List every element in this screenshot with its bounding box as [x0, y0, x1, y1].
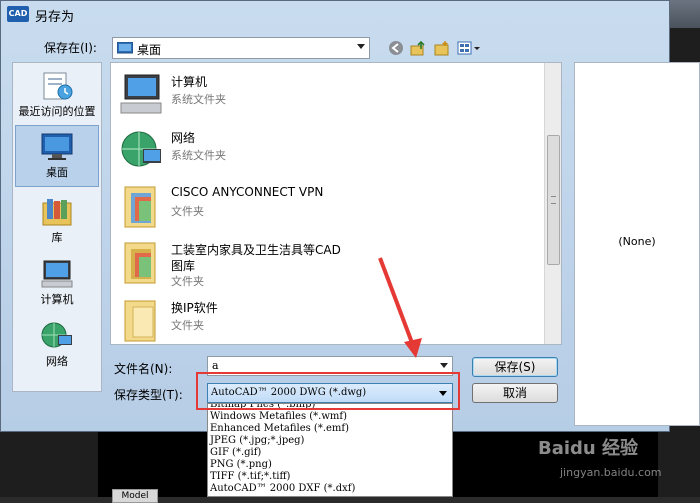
cancel-button[interactable]: 取消 — [472, 383, 558, 403]
libraries-icon — [40, 197, 74, 227]
folder-icon — [119, 239, 163, 285]
place-label: 网络 — [46, 355, 68, 368]
places-bar: 最近访问的位置 桌面 库 计算机 网络 — [12, 62, 102, 392]
place-network[interactable]: 网络 — [15, 315, 99, 377]
file-type: 系统文件夹 — [171, 149, 226, 162]
file-name-line2: 图库 — [171, 259, 196, 273]
place-label: 最近访问的位置 — [18, 105, 96, 118]
place-label: 库 — [51, 231, 63, 244]
filetype-option[interactable]: GIF (*.gif) — [208, 447, 452, 459]
grip-icon — [551, 196, 556, 204]
filetype-label: 保存类型(T): — [114, 388, 183, 402]
model-tab[interactable]: Model — [112, 489, 158, 503]
desktop-icon — [117, 42, 133, 54]
save-in-combo[interactable]: 桌面 — [112, 37, 370, 59]
filename-value: a — [212, 359, 219, 372]
network-icon — [40, 321, 74, 351]
filetype-option[interactable]: PNG (*.png) — [208, 459, 452, 471]
new-folder-icon[interactable] — [432, 38, 452, 58]
folder-icon — [119, 297, 163, 343]
watermark-logo: Baidu 经验 — [538, 438, 639, 459]
file-name: 网络 — [171, 131, 196, 145]
file-type: 文件夹 — [171, 275, 204, 288]
filetype-option[interactable]: AutoCAD™ 2000 DXF (*.dxf) — [208, 483, 452, 495]
filetype-option[interactable]: Windows Metafiles (*.wmf) — [208, 411, 452, 423]
filetype-option[interactable]: Enhanced Metafiles (*.emf) — [208, 423, 452, 435]
preview-pane: (None) — [574, 62, 700, 426]
list-item[interactable]: 计算机 系统文件夹 — [115, 67, 535, 123]
back-arrow-icon[interactable] — [386, 38, 406, 58]
scrollbar-thumb[interactable] — [547, 135, 560, 265]
filetype-option[interactable]: JPEG (*.jpg;*.jpeg) — [208, 435, 452, 447]
chevron-down-icon — [357, 44, 365, 49]
file-name: 工装室内家具及卫生洁具等CAD — [171, 243, 341, 257]
place-label: 计算机 — [40, 293, 74, 306]
views-menu-icon[interactable] — [456, 38, 482, 58]
file-type: 系统文件夹 — [171, 93, 226, 106]
folder-icon — [119, 183, 163, 229]
place-libraries[interactable]: 库 — [15, 191, 99, 253]
computer-icon — [40, 259, 74, 289]
save-in-label: 保存在(I): — [44, 41, 97, 55]
desktop-icon — [40, 132, 74, 162]
preview-text: (None) — [618, 235, 656, 248]
filename-label: 文件名(N): — [114, 362, 173, 376]
recent-places-icon — [40, 71, 74, 101]
list-item[interactable]: 换IP软件 文件夹 — [115, 293, 535, 344]
filetype-dropdown-list[interactable]: Bitmap Files (*.bmp) Windows Metafiles (… — [207, 403, 453, 497]
chevron-down-icon — [440, 363, 448, 368]
list-item[interactable]: CISCO ANYCONNECT VPN 文件夹 — [115, 179, 535, 235]
file-type: 文件夹 — [171, 319, 204, 332]
filetype-option[interactable]: TIFF (*.tif;*.tiff) — [208, 471, 452, 483]
app-logo-icon: CAD — [7, 6, 29, 22]
dialog-title: 另存为 — [35, 10, 75, 25]
file-name: 换IP软件 — [171, 301, 218, 315]
highlight-box — [196, 372, 460, 410]
list-item[interactable]: 网络 系统文件夹 — [115, 123, 535, 179]
file-type: 文件夹 — [171, 205, 204, 218]
file-list-scrollbar[interactable] — [544, 63, 561, 344]
place-recent[interactable]: 最近访问的位置 — [15, 65, 99, 127]
place-label: 桌面 — [46, 166, 68, 179]
save-button[interactable]: 保存(S) — [472, 357, 558, 377]
place-desktop[interactable]: 桌面 — [15, 125, 99, 187]
network-globe-icon — [119, 127, 163, 173]
dialog-titlebar[interactable]: CAD 另存为 — [1, 1, 669, 29]
watermark-url: jingyan.baidu.com — [560, 466, 662, 479]
file-name: CISCO ANYCONNECT VPN — [171, 185, 324, 199]
file-name: 计算机 — [171, 75, 208, 89]
place-computer[interactable]: 计算机 — [15, 253, 99, 315]
up-folder-icon[interactable] — [408, 38, 428, 58]
save-in-value: 桌面 — [137, 43, 162, 57]
file-list[interactable]: 计算机 系统文件夹 网络 系统文件夹 CISCO ANYCONNECT VPN … — [110, 62, 562, 345]
computer-icon — [119, 71, 163, 117]
list-item[interactable]: 工装室内家具及卫生洁具等CAD 图库 文件夹 — [115, 235, 535, 293]
annotation-arrow-icon — [378, 257, 422, 358]
